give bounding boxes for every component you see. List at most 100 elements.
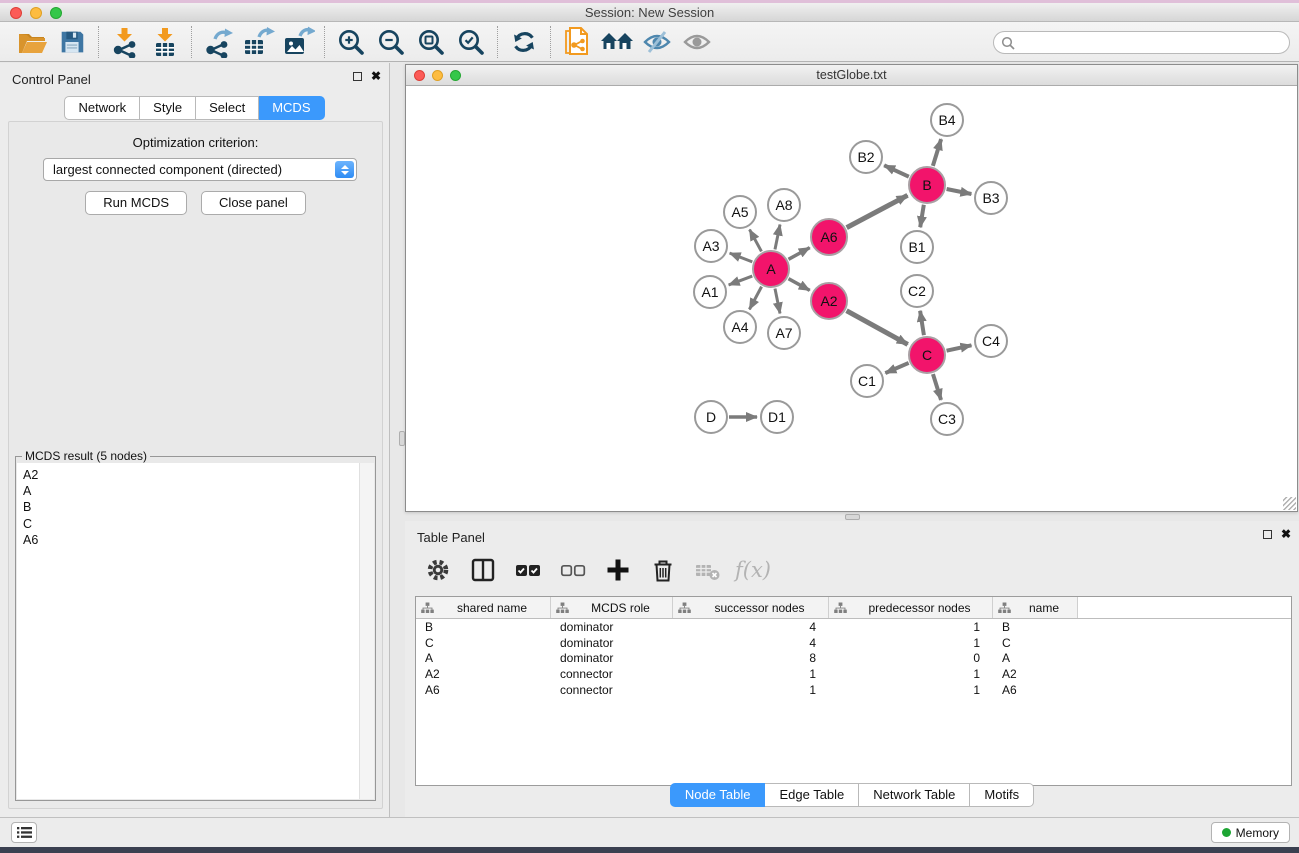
create-column-button[interactable] [603, 555, 633, 585]
table-cell[interactable]: A [993, 651, 1078, 665]
tab-edge-table[interactable]: Edge Table [765, 783, 859, 807]
criterion-dropdown[interactable]: largest connected component (directed) [43, 158, 357, 181]
zoom-in-button[interactable] [331, 25, 371, 59]
graph-node-B[interactable]: B [908, 166, 946, 204]
table-cell[interactable]: 4 [673, 636, 829, 650]
result-scrollbar[interactable] [359, 463, 374, 799]
table-cell[interactable]: connector [551, 667, 673, 681]
search-input[interactable] [993, 31, 1290, 54]
graph-node-B3[interactable]: B3 [974, 181, 1008, 215]
select-all-button[interactable] [513, 555, 543, 585]
table-cell[interactable]: 1 [829, 620, 993, 634]
deselect-all-button[interactable] [558, 555, 588, 585]
table-cell[interactable]: connector [551, 683, 673, 697]
mcds-result-item[interactable]: A6 [23, 532, 359, 548]
graph-edge-A-A2[interactable] [789, 279, 810, 291]
tab-mcds[interactable]: MCDS [259, 96, 324, 120]
close-panel-button[interactable]: Close panel [201, 191, 306, 215]
network-from-file-button[interactable] [557, 25, 597, 59]
export-network-button[interactable] [198, 25, 238, 59]
table-cell[interactable]: dominator [551, 620, 673, 634]
window-resize-grip[interactable] [1283, 497, 1296, 510]
graph-edge-B-B2[interactable] [884, 165, 909, 176]
graph-node-A2[interactable]: A2 [810, 282, 848, 320]
table-settings-button[interactable] [423, 555, 453, 585]
graph-edge-A-A4[interactable] [749, 287, 761, 310]
tab-motifs[interactable]: Motifs [970, 783, 1034, 807]
tab-style[interactable]: Style [140, 96, 196, 120]
run-mcds-button[interactable]: Run MCDS [85, 191, 187, 215]
table-cell[interactable]: 1 [673, 683, 829, 697]
graph-node-A1[interactable]: A1 [693, 275, 727, 309]
graph-node-C1[interactable]: C1 [850, 364, 884, 398]
column-header-MCDS-role[interactable]: MCDS role [551, 597, 673, 618]
table-row[interactable]: A6connector11A6 [416, 682, 1291, 698]
column-header-shared-name[interactable]: shared name [416, 597, 551, 618]
graph-edge-A-A1[interactable] [729, 276, 753, 285]
vertical-splitter-handle[interactable] [399, 431, 405, 446]
zoom-fit-button[interactable] [411, 25, 451, 59]
graph-node-B4[interactable]: B4 [930, 103, 964, 137]
table-row[interactable]: Adominator80A [416, 651, 1291, 667]
graph-node-D[interactable]: D [694, 400, 728, 434]
table-cell[interactable]: A2 [416, 667, 551, 681]
graph-node-C3[interactable]: C3 [930, 402, 964, 436]
graph-edge-C-C1[interactable] [885, 363, 908, 373]
table-cell[interactable]: 1 [829, 683, 993, 697]
table-cell[interactable]: 1 [829, 667, 993, 681]
table-row[interactable]: Bdominator41B [416, 619, 1291, 635]
zoom-out-button[interactable] [371, 25, 411, 59]
graph-node-A6[interactable]: A6 [810, 218, 848, 256]
graph-edge-B-B3[interactable] [947, 189, 972, 194]
graph-edge-A-A7[interactable] [775, 289, 780, 314]
graph-node-C4[interactable]: C4 [974, 324, 1008, 358]
graph-node-C[interactable]: C [908, 336, 946, 374]
graph-edge-C-C4[interactable] [947, 345, 972, 350]
graph-edge-B-B1[interactable] [920, 205, 924, 228]
graph-edge-A6-B[interactable] [847, 195, 908, 227]
export-table-button[interactable] [238, 25, 278, 59]
table-cell[interactable]: 1 [673, 667, 829, 681]
mcds-result-list[interactable]: A2ABCA6 [17, 463, 359, 799]
table-cell[interactable]: A6 [993, 683, 1078, 697]
table-cell[interactable]: C [416, 636, 551, 650]
import-network-button[interactable] [105, 25, 145, 59]
task-history-button[interactable] [11, 822, 37, 843]
graph-edge-A-A5[interactable] [750, 230, 762, 252]
graph-edge-B-B4[interactable] [933, 139, 941, 166]
network-window-titlebar[interactable]: testGlobe.txt [406, 65, 1297, 86]
save-session-button[interactable] [52, 25, 92, 59]
tab-network[interactable]: Network [64, 96, 140, 120]
network-canvas[interactable]: B4B2BB3A5A8A6B1A3AC2A1A2A4A7C4CC1DD1C3 [406, 86, 1297, 511]
memory-button[interactable]: Memory [1211, 822, 1290, 843]
table-cell[interactable]: 1 [829, 636, 993, 650]
graph-edge-A2-C[interactable] [847, 311, 908, 345]
horizontal-splitter-handle[interactable] [845, 514, 860, 520]
mcds-result-item[interactable]: B [23, 499, 359, 515]
table-cell[interactable]: dominator [551, 651, 673, 665]
close-table-panel-icon[interactable]: ✖ [1281, 530, 1291, 539]
delete-column-button[interactable] [648, 555, 678, 585]
graph-edge-A-A8[interactable] [775, 225, 780, 250]
column-header-name[interactable]: name [993, 597, 1078, 618]
table-cell[interactable]: 0 [829, 651, 993, 665]
show-columns-button[interactable] [468, 555, 498, 585]
graph-node-D1[interactable]: D1 [760, 400, 794, 434]
table-cell[interactable]: B [416, 620, 551, 634]
column-header-successor-nodes[interactable]: successor nodes [673, 597, 829, 618]
column-header-predecessor-nodes[interactable]: predecessor nodes [829, 597, 993, 618]
table-cell[interactable]: A6 [416, 683, 551, 697]
show-all-button[interactable] [677, 25, 717, 59]
table-row[interactable]: A2connector11A2 [416, 666, 1291, 682]
mcds-result-item[interactable]: A2 [23, 467, 359, 483]
table-cell[interactable]: C [993, 636, 1078, 650]
graph-node-A8[interactable]: A8 [767, 188, 801, 222]
home-button[interactable] [597, 25, 637, 59]
refresh-button[interactable] [504, 25, 544, 59]
graph-node-A4[interactable]: A4 [723, 310, 757, 344]
table-row[interactable]: Cdominator41C [416, 635, 1291, 651]
table-cell[interactable]: dominator [551, 636, 673, 650]
graph-node-A3[interactable]: A3 [694, 229, 728, 263]
table-cell[interactable]: 8 [673, 651, 829, 665]
graph-node-A5[interactable]: A5 [723, 195, 757, 229]
